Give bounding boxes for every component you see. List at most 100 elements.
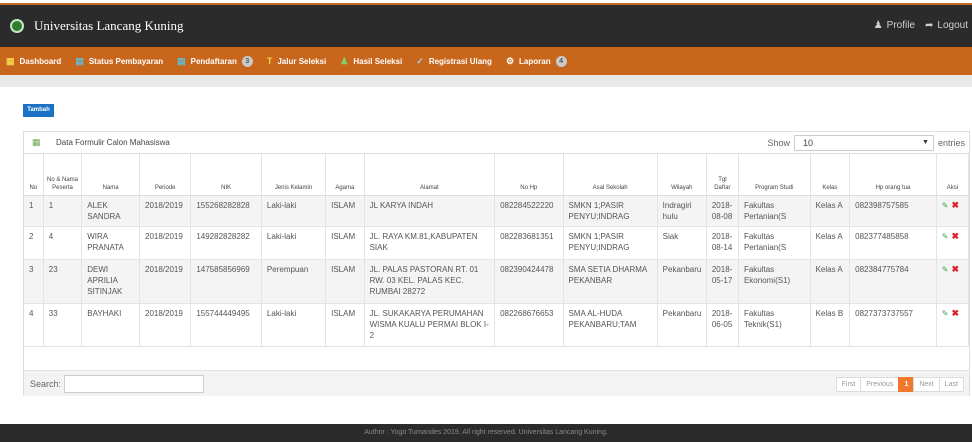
- table-cell: Laki-laki: [261, 226, 327, 260]
- table-cell: SMKN 1;PASIR PENYU;INDRAG: [563, 195, 658, 227]
- delete-icon[interactable]: ✖: [952, 200, 960, 210]
- table-cell: 2018/2019: [139, 226, 192, 260]
- table-cell: ALEK SANDRA: [81, 195, 140, 227]
- column-header[interactable]: Kelas: [810, 154, 851, 196]
- column-header[interactable]: No & Nama Peserta: [43, 154, 83, 196]
- menu-item-pendaftaran[interactable]: ▤ Pendaftaran 3: [177, 55, 253, 67]
- table-cell: DEWI APRILIA SITINJAK: [81, 259, 140, 304]
- column-header[interactable]: Tgl Daftar: [706, 154, 739, 196]
- table-cell: Fakultas Pertanian(S: [738, 226, 811, 260]
- edit-icon[interactable]: ✎: [942, 201, 949, 210]
- search-label: Search:: [30, 379, 62, 389]
- menu-item-hasil-seleksi[interactable]: ♟ Hasil Seleksi: [340, 56, 402, 67]
- list-icon: ▤: [177, 55, 186, 66]
- menu-label: Registrasi Ulang: [428, 56, 492, 66]
- table-row: 2 4 WIRA PRANATA 2018/2019 149282828282 …: [24, 226, 970, 260]
- menu-item-jalur-seleksi[interactable]: T Jalur Seleksi: [267, 56, 326, 66]
- column-header[interactable]: Alamat: [364, 154, 496, 196]
- panel-header: ▦ Data Formulir Calon Mahasiswa Show 10 …: [24, 132, 969, 154]
- column-header[interactable]: Jenis Kelamin: [261, 154, 327, 196]
- next-page-button[interactable]: Next: [913, 377, 940, 392]
- caret-down-icon: ▼: [922, 139, 929, 146]
- count-badge: 3: [241, 55, 253, 67]
- breadcrumb-bar: [0, 75, 972, 87]
- column-header[interactable]: Agama: [325, 154, 365, 196]
- menu-items: ▦ Dashboard ▤ Status Pembayaran ▤ Pendaf…: [6, 47, 581, 75]
- table-cell: 4: [24, 303, 44, 347]
- table-cell: 082390424478: [494, 259, 564, 304]
- table-cell: WIRA PRANATA: [81, 226, 140, 260]
- first-page-button[interactable]: First: [835, 377, 862, 392]
- edit-icon[interactable]: ✎: [942, 309, 949, 318]
- table-cell: ISLAM: [325, 195, 365, 227]
- edit-icon[interactable]: ✎: [942, 232, 949, 241]
- table-cell: 2018-06-05: [706, 303, 739, 347]
- actions-cell: ✎ ✖: [936, 303, 970, 347]
- table-cell: 155744449495: [190, 303, 262, 347]
- entries-label: entries: [937, 138, 965, 148]
- edit-icon[interactable]: ✎: [942, 265, 949, 274]
- menu-label: Jalur Seleksi: [277, 56, 327, 66]
- table-row: 1 1 ALEK SANDRA 2018/2019 155268282828 L…: [24, 195, 970, 227]
- column-header[interactable]: NIK: [190, 154, 262, 196]
- menu-label: Status Pembayaran: [88, 56, 164, 66]
- add-button[interactable]: Tambah: [23, 104, 54, 117]
- column-header[interactable]: Wilayah: [657, 154, 707, 196]
- logout-arrow-icon: ➦: [925, 20, 934, 31]
- menu-item-registrasi-ulang[interactable]: ✓ Registrasi Ulang: [416, 56, 492, 67]
- table-cell: 1: [43, 195, 83, 227]
- page-length-value: 10: [802, 138, 813, 148]
- menu-item-laporan[interactable]: ⚙ Laporan 4: [506, 55, 567, 67]
- user-icon: ♟: [340, 55, 349, 66]
- table-row: 3 23 DEWI APRILIA SITINJAK 2018/2019 147…: [24, 259, 970, 304]
- brand[interactable]: Universitas Lancang Kuning: [10, 18, 183, 34]
- table-cell: Fakultas Ekonomi(S1): [738, 259, 811, 304]
- table-cell: JL. PALAS PASTORAN RT. 01 RW. 03 KEL. PA…: [364, 259, 496, 304]
- column-header[interactable]: Periode: [139, 154, 192, 196]
- menu-item-dashboard[interactable]: ▦ Dashboard: [6, 56, 61, 67]
- table-cell: 082283681351: [494, 226, 564, 260]
- menu-label: Dashboard: [19, 56, 62, 66]
- table-cell: 2018/2019: [139, 303, 192, 347]
- current-page-button[interactable]: 1: [898, 377, 915, 392]
- column-header[interactable]: Asal Sekolah: [563, 154, 658, 196]
- check-icon: ✓: [416, 55, 424, 66]
- table-cell: ISLAM: [325, 303, 365, 347]
- table-cell: ISLAM: [325, 259, 365, 304]
- table-cell: JL. SUKAKARYA PERUMAHAN WISMA KUALU PERM…: [364, 303, 496, 347]
- actions-cell: ✎ ✖: [936, 259, 970, 304]
- menu-label: Laporan: [519, 56, 551, 66]
- table-cell: 082398757585: [849, 195, 937, 227]
- table-cell: Perempuan: [261, 259, 327, 304]
- profile-link[interactable]: ♟ Profile: [874, 20, 915, 31]
- table-cell: BAYHAKI: [81, 303, 140, 347]
- table-cell: 3: [24, 259, 44, 304]
- last-page-button[interactable]: Last: [938, 377, 964, 392]
- column-header[interactable]: No: [24, 154, 44, 196]
- table-cell: Indragiri hulu: [657, 195, 707, 227]
- table-cell: Fakultas Teknik(S1): [738, 303, 811, 347]
- table-cell: 4: [43, 226, 83, 260]
- delete-icon[interactable]: ✖: [952, 308, 960, 318]
- previous-page-button[interactable]: Previous: [860, 377, 900, 392]
- column-header[interactable]: Hp orang tua: [849, 154, 937, 196]
- search-input[interactable]: [64, 375, 204, 393]
- column-header[interactable]: No Hp: [494, 154, 564, 196]
- table-header-row: No No & Nama Peserta Nama Periode NIK Je…: [24, 154, 970, 196]
- table-cell: 33: [43, 303, 83, 347]
- delete-icon[interactable]: ✖: [952, 264, 960, 274]
- table-cell: 149282828282: [190, 226, 262, 260]
- show-label: Show: [767, 138, 790, 148]
- logout-link[interactable]: ➦ Logout: [925, 20, 968, 31]
- document-icon: ▤: [75, 55, 84, 66]
- column-header[interactable]: Program Studi: [738, 154, 811, 196]
- page-length-select[interactable]: 10 ▼: [793, 135, 934, 151]
- table-cell: 2: [24, 226, 44, 260]
- column-header[interactable]: Nama: [81, 154, 140, 196]
- menu-item-status-pembayaran[interactable]: ▤ Status Pembayaran: [75, 56, 163, 67]
- table-cell: 147585856969: [190, 259, 262, 304]
- delete-icon[interactable]: ✖: [952, 231, 960, 241]
- table-footer: Search: First Previous 1 Next Last: [24, 370, 969, 396]
- table-cell: Kelas A: [810, 259, 851, 304]
- table-cell: Pekanbaru: [657, 259, 707, 304]
